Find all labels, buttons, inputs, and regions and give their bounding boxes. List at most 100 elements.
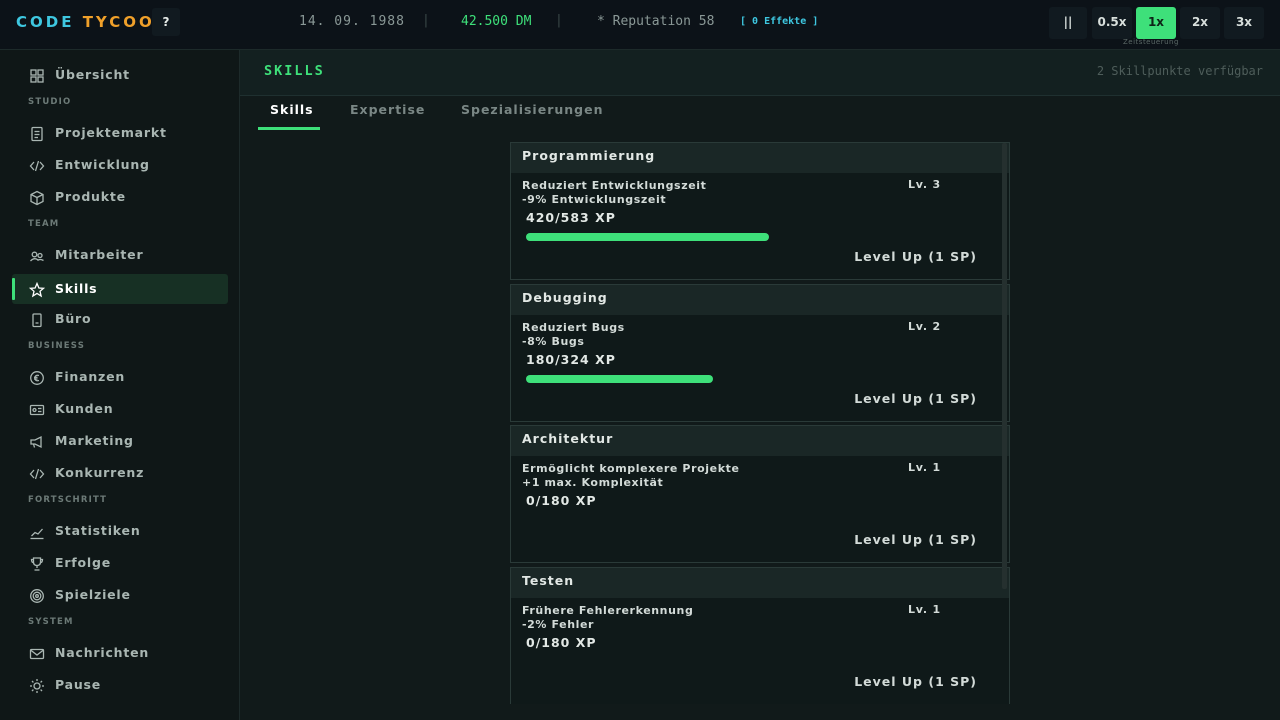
tab-skills[interactable]: Skills [270,102,314,117]
mail-icon [29,648,45,660]
skill-level: Lv. 1 [908,461,941,474]
sidebar-item-entwicklung[interactable]: Entwicklung [12,150,228,180]
sidebar-item-label: Kunden [55,401,114,416]
level-up-button[interactable]: Level Up (1 SP) [854,391,977,406]
skill-card-architektur: Architektur Ermöglicht komplexere Projek… [510,425,1010,563]
sidebar-item-erfolge[interactable]: Erfolge [12,548,228,578]
logo-code: CODE [16,13,75,31]
level-up-button[interactable]: Level Up (1 SP) [854,532,977,547]
grid-icon [30,69,44,83]
skill-xp: 180/324 XP [526,352,616,367]
money-display: 42.500 DM [461,14,532,29]
page-header: SKILLS 2 Skillpunkte verfügbar [240,50,1280,96]
document-icon [31,126,43,142]
skill-effect: +1 max. Komplexität [522,476,664,489]
sidebar-item-konkurrenz[interactable]: Konkurrenz [12,458,228,488]
tab-expertise[interactable]: Expertise [350,102,425,117]
level-up-button[interactable]: Level Up (1 SP) [854,674,977,689]
effects-button[interactable]: [ 0 Effekte ] [740,16,818,27]
skill-description: Ermöglicht komplexere Projekte [522,462,740,475]
sidebar-item-label: Projektemarkt [55,125,167,140]
skill-list-scrollbar[interactable] [1002,143,1007,589]
sidebar-item-label: Übersicht [55,67,130,82]
sidebar-item-label: Pause [55,677,102,692]
sidebar-item-nachrichten[interactable]: Nachrichten [12,638,228,668]
pause-button[interactable]: || [1049,7,1087,39]
reputation-display: * Reputation 58 [597,14,715,29]
speed-1x-button[interactable]: 1x [1136,7,1176,39]
xp-progress-fill [526,375,714,383]
skill-xp: 0/180 XP [526,635,597,650]
section-label-fortschritt: FORTSCHRITT [28,495,108,505]
star-icon [29,282,45,298]
skill-name: Debugging [522,290,608,305]
separator: | [422,13,430,28]
section-label-team: TEAM [28,219,60,229]
id-card-icon [29,404,45,416]
game-logo: CODE TYCOON [16,13,170,31]
skillpoints-available: 2 Skillpunkte verfügbar [1096,64,1263,78]
sidebar-item-projektemarkt[interactable]: Projektemarkt [12,118,228,148]
sun-icon [30,679,44,693]
code-icon [29,468,45,480]
skill-name: Programmierung [522,148,656,163]
active-tab-indicator [258,127,320,130]
box-icon [30,190,44,206]
sidebar-item-label: Nachrichten [55,645,150,660]
people-icon [30,251,44,262]
sidebar-item-label: Mitarbeiter [55,247,144,262]
sidebar-item-label: Marketing [55,433,134,448]
level-up-button[interactable]: Level Up (1 SP) [854,249,977,264]
sidebar: Übersicht STUDIO Projektemarkt Entwicklu… [0,50,240,720]
section-label-studio: STUDIO [28,97,72,107]
skill-description: Reduziert Entwicklungszeit [522,179,707,192]
sidebar-item-produkte[interactable]: Produkte [12,182,228,212]
skill-description: Frühere Fehlererkennung [522,604,694,617]
skill-xp: 0/180 XP [526,493,597,508]
sidebar-item-buero[interactable]: Büro [12,304,228,334]
coin-icon [30,371,44,385]
sidebar-item-kunden[interactable]: Kunden [12,394,228,424]
sidebar-item-spielziele[interactable]: Spielziele [12,580,228,610]
game-date: 14. 09. 1988 [299,14,405,29]
xp-progress-bar [526,233,863,241]
speed-3x-button[interactable]: 3x [1224,7,1264,39]
skill-description: Reduziert Bugs [522,321,625,334]
section-label-business: BUSINESS [28,341,86,351]
sidebar-item-statistiken[interactable]: Statistiken [12,516,228,546]
skill-card-header: Architektur [511,426,1009,456]
sidebar-item-label: Erfolge [55,555,112,570]
top-bar: CODE TYCOON ? 14. 09. 1988 | 42.500 DM |… [0,0,1280,50]
sidebar-item-label: Büro [55,311,92,326]
xp-progress-bar [526,658,863,666]
skill-effect: -2% Fehler [522,618,595,631]
xp-progress-bar [526,375,863,383]
sidebar-item-finanzen[interactable]: Finanzen [12,362,228,392]
sidebar-item-mitarbeiter[interactable]: Mitarbeiter [12,240,228,270]
speed-2x-button[interactable]: 2x [1180,7,1220,39]
target-icon [30,589,44,603]
skill-name: Architektur [522,431,614,446]
separator: | [555,13,563,28]
sidebar-item-pause[interactable]: Pause [12,670,228,700]
page-title: SKILLS [264,63,325,79]
skill-effect: -9% Entwicklungszeit [522,193,667,206]
sidebar-item-label: Konkurrenz [55,465,145,480]
building-icon [32,313,42,328]
sidebar-item-uebersicht[interactable]: Übersicht [12,60,228,90]
section-label-system: SYSTEM [28,617,74,627]
xp-progress-fill [526,233,769,241]
sidebar-item-label: Skills [55,281,98,296]
sidebar-item-label: Finanzen [55,369,126,384]
xp-progress-bar [526,516,863,524]
sidebar-item-skills[interactable]: Skills [12,274,228,304]
skill-level: Lv. 1 [908,603,941,616]
speed-0-5x-button[interactable]: 0.5x [1092,7,1132,39]
help-button[interactable]: ? [152,8,180,36]
skill-level: Lv. 3 [908,178,941,191]
skill-list: Programmierung Reduziert Entwicklungszei… [510,142,1010,704]
skill-card-debugging: Debugging Reduziert Bugs -8% Bugs Lv. 2 … [510,284,1010,422]
skill-card-header: Programmierung [511,143,1009,173]
sidebar-item-marketing[interactable]: Marketing [12,426,228,456]
tab-spezialisierungen[interactable]: Spezialisierungen [461,102,603,117]
